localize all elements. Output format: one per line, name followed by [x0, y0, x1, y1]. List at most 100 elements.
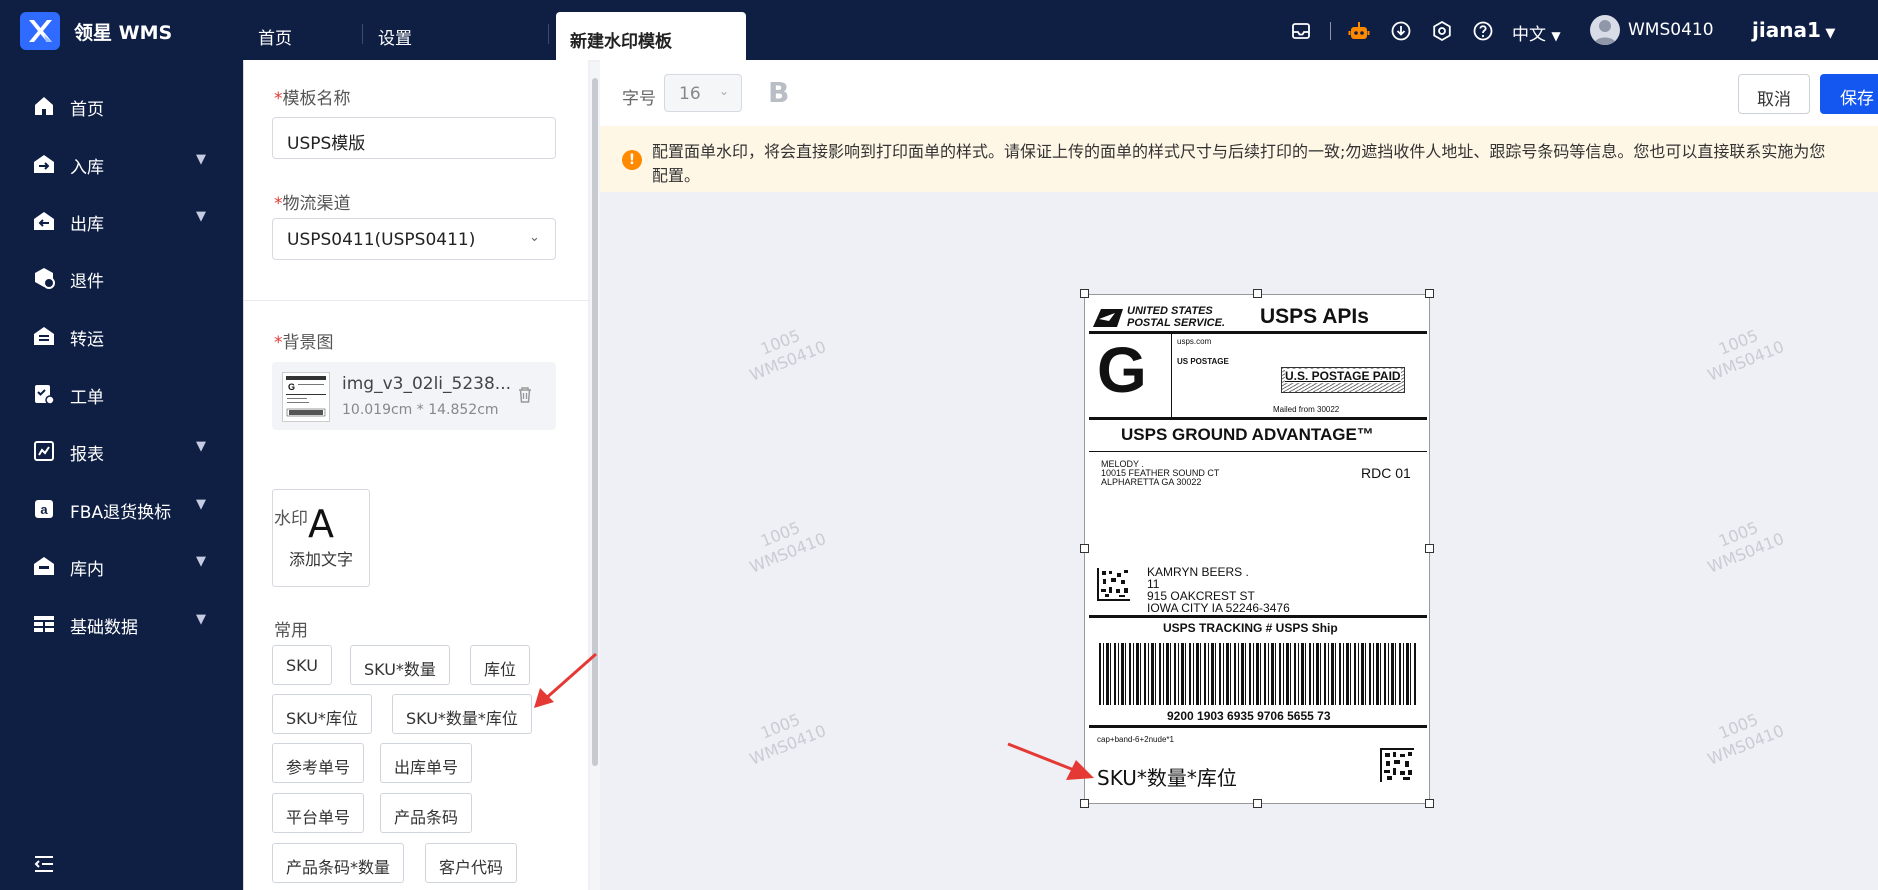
resize-handle[interactable]: [1425, 544, 1434, 553]
bold-button[interactable]: B: [768, 76, 789, 109]
caret-down-icon: ▼: [1820, 26, 1836, 41]
tracking-barcode: [1099, 643, 1417, 705]
font-size-select[interactable]: 16 ⌄: [664, 74, 742, 112]
cancel-button[interactable]: 取消: [1738, 74, 1810, 114]
chip-product-barcode-qty[interactable]: 产品条码*数量: [272, 843, 405, 883]
notice-text: 配置面单水印，将会直接影响到打印面单的样式。请保证上传的面单的样式尺寸与后续打印…: [652, 142, 1826, 161]
chip-product-barcode[interactable]: 产品条码: [380, 793, 473, 833]
resize-handle[interactable]: [1253, 289, 1262, 298]
shipping-label-preview[interactable]: UNITED STATES POSTAL SERVICE. USPS APIs …: [1084, 294, 1430, 804]
sidebar-item-label: 工单: [70, 388, 104, 408]
label-rule: [1089, 451, 1427, 452]
resize-handle[interactable]: [1080, 544, 1089, 553]
channel-select-value: USPS0411(USPS0411): [287, 230, 476, 250]
resize-handle[interactable]: [1080, 289, 1089, 298]
qr-code-icon: [1379, 747, 1415, 783]
chevron-down-icon: ▼: [196, 439, 206, 454]
chip-customer-code[interactable]: 客户代码: [425, 843, 518, 883]
label-rule: [1089, 417, 1427, 420]
download-icon[interactable]: [1390, 20, 1412, 42]
chip-platform-no[interactable]: 平台单号: [272, 793, 365, 833]
chip-location[interactable]: 库位: [470, 645, 531, 685]
settings-icon[interactable]: [1431, 20, 1453, 42]
tab-settings[interactable]: 设置: [378, 24, 412, 49]
chevron-down-icon: ▼: [196, 497, 206, 512]
sidebar-item-home[interactable]: 首页: [0, 82, 243, 132]
recipient-name: KAMRYN BEERS .: [1147, 565, 1249, 579]
report-icon: [34, 441, 54, 461]
mailed-from-text: Mailed from 30022: [1273, 405, 1340, 414]
delete-icon[interactable]: [517, 386, 533, 404]
font-size-value: 16: [679, 84, 701, 104]
collapse-menu-icon[interactable]: [32, 852, 56, 876]
sidebar-item-basic-data[interactable]: 基础数据 ▼: [0, 600, 243, 650]
resize-handle[interactable]: [1425, 289, 1434, 298]
chip-sku[interactable]: SKU: [272, 645, 332, 685]
sidebar-item-label: 转运: [70, 330, 104, 350]
chip-outbound-no[interactable]: 出库单号: [380, 743, 473, 783]
language-selector[interactable]: 中文 ▼: [1512, 20, 1561, 45]
user-menu[interactable]: jiana1 ▼: [1752, 18, 1835, 42]
sidebar-item-reports[interactable]: 报表 ▼: [0, 427, 243, 477]
sidebar-item-work-order[interactable]: 工单: [0, 370, 243, 420]
return-icon: [35, 268, 55, 289]
us-postage-text: US POSTAGE: [1177, 357, 1229, 366]
label-rule: [1089, 615, 1427, 618]
chevron-down-icon: ▼: [196, 209, 206, 224]
label-apis-title: USPS APIs: [1260, 305, 1369, 328]
user-id: WMS0410: [1628, 20, 1714, 40]
section-divider: [244, 300, 589, 301]
help-icon[interactable]: [1472, 20, 1494, 42]
inbox-icon[interactable]: [1290, 20, 1312, 42]
svg-text:a: a: [40, 502, 48, 517]
sidebar-item-warehouse[interactable]: 库内 ▼: [0, 542, 243, 592]
tab-home[interactable]: 首页: [258, 24, 292, 49]
sidebar-item-fba[interactable]: a FBA退货换标 ▼: [0, 485, 243, 535]
chevron-down-icon: ⌄: [719, 84, 730, 98]
robot-icon[interactable]: [1348, 20, 1370, 42]
work-order-icon: [35, 385, 55, 405]
resize-handle[interactable]: [1080, 799, 1089, 808]
chevron-down-icon: ▼: [196, 612, 206, 627]
font-size-label: 字号: [622, 89, 656, 109]
avatar[interactable]: [1590, 15, 1620, 45]
editor-toolbar: [600, 60, 1878, 126]
watermark-text-element[interactable]: SKU*数量*库位: [1097, 762, 1237, 791]
save-button[interactable]: 保存: [1820, 74, 1878, 114]
usps-eagle-logo-icon: [1093, 309, 1123, 327]
annotation-arrow-icon: [534, 652, 597, 708]
file-size: 10.019cm * 14.852cm: [342, 402, 499, 418]
resize-handle[interactable]: [1425, 799, 1434, 808]
chip-sku-qty-location[interactable]: SKU*数量*库位: [392, 694, 532, 734]
sidebar-item-label: 首页: [70, 100, 104, 120]
sidebar-item-inbound[interactable]: 入库 ▼: [0, 140, 243, 190]
chip-sku-qty[interactable]: SKU*数量: [350, 645, 450, 685]
tracking-number: 9200 1903 6935 9706 5655 73: [1167, 709, 1331, 723]
chevron-down-icon: ▼: [196, 152, 206, 167]
template-form-panel: *模板名称 USPS模版 *物流渠道 USPS0411(USPS0411) ⌄ …: [243, 60, 589, 890]
data-icon: [34, 616, 54, 632]
resize-handle[interactable]: [1253, 799, 1262, 808]
template-name-input[interactable]: USPS模版: [272, 117, 556, 159]
tab-new-watermark-template[interactable]: 新建水印模板: [556, 12, 746, 60]
sidebar-item-label: 基础数据: [70, 618, 138, 638]
sidebar-item-label: FBA退货换标: [70, 503, 172, 523]
top-bar: 领星 WMS 首页 设置 新建水印模板 中文 ▼ WMS0410 jiana1 …: [0, 0, 1878, 60]
app-logo-icon[interactable]: [20, 12, 60, 50]
text-glyph-icon: A: [308, 502, 334, 546]
chip-reference-no[interactable]: 参考单号: [272, 743, 365, 783]
background-file-card[interactable]: G img_v3_02li_5238... 10.019cm * 14.852c…: [272, 362, 556, 430]
outbound-icon: [34, 212, 54, 230]
chip-sku-location[interactable]: SKU*库位: [272, 694, 372, 734]
channel-select[interactable]: USPS0411(USPS0411) ⌄: [272, 218, 556, 260]
sidebar-item-transfer[interactable]: 转运: [0, 312, 243, 362]
background-label: *背景图: [274, 333, 334, 353]
sidebar-item-returns[interactable]: 退件: [0, 254, 243, 304]
sidebar-item-outbound[interactable]: 出库 ▼: [0, 197, 243, 247]
user-name: jiana1: [1752, 18, 1821, 42]
add-text-button[interactable]: A 添加文字: [272, 489, 370, 587]
service-name: USPS GROUND ADVANTAGE™: [1121, 425, 1374, 444]
service-letter: G: [1097, 334, 1147, 406]
tab-divider: [548, 24, 549, 44]
label-rule: [1089, 725, 1427, 728]
